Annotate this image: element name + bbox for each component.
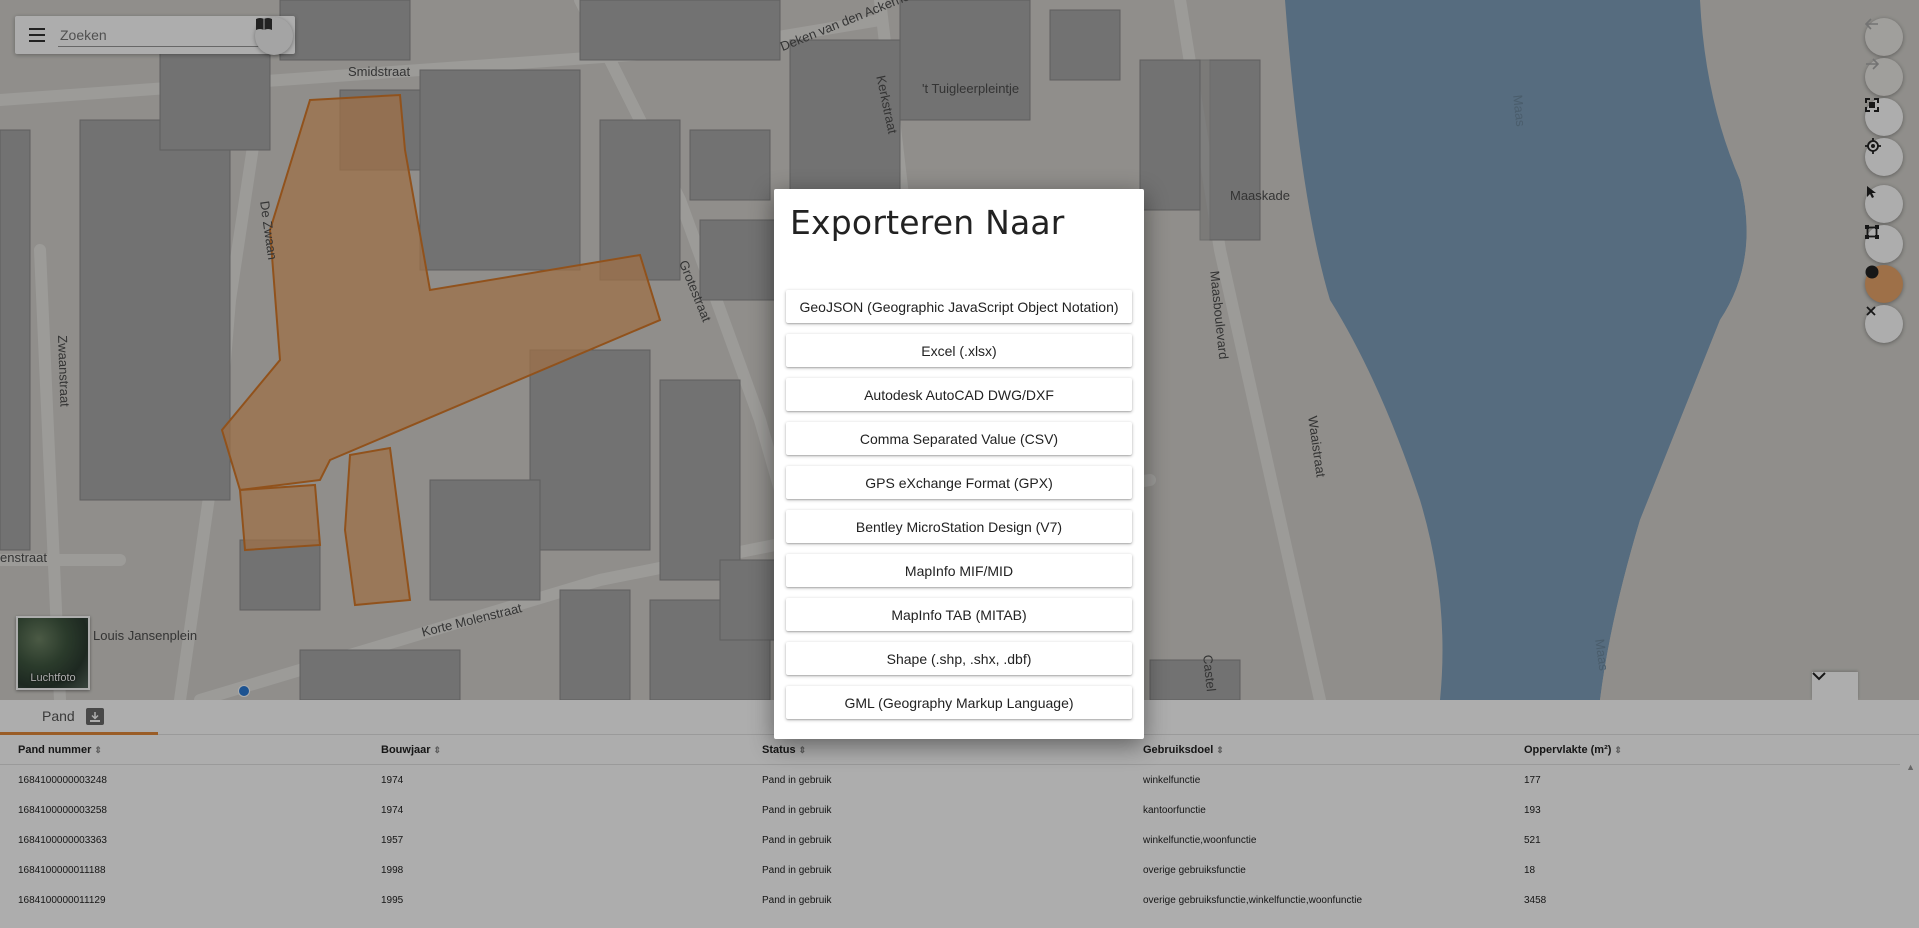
export-excel-button[interactable]: Excel (.xlsx) [786,334,1132,367]
export-microstation-button[interactable]: Bentley MicroStation Design (V7) [786,510,1132,543]
dialog-title: Exporteren Naar [790,203,1065,242]
export-csv-button[interactable]: Comma Separated Value (CSV) [786,422,1132,455]
export-gml-button[interactable]: GML (Geography Markup Language) [786,686,1132,719]
export-gpx-button[interactable]: GPS eXchange Format (GPX) [786,466,1132,499]
export-dialog: Exporteren Naar GeoJSON (Geographic Java… [774,189,1144,739]
export-mif-button[interactable]: MapInfo MIF/MID [786,554,1132,587]
export-dwg-button[interactable]: Autodesk AutoCAD DWG/DXF [786,378,1132,411]
export-tab-button[interactable]: MapInfo TAB (MITAB) [786,598,1132,631]
export-geojson-button[interactable]: GeoJSON (Geographic JavaScript Object No… [786,290,1132,323]
export-shape-button[interactable]: Shape (.shp, .shx, .dbf) [786,642,1132,675]
